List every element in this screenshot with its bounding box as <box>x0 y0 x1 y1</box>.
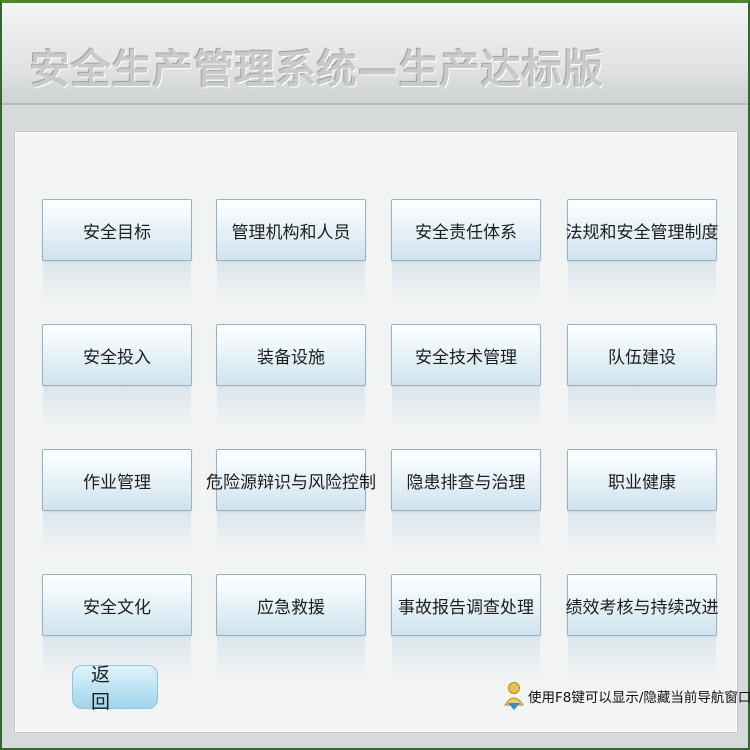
module-button-safety-investment[interactable]: 安全投入 <box>42 324 192 427</box>
back-button[interactable]: 返回 <box>72 664 158 713</box>
f8-hint: 使用F8键可以显示/隐藏当前导航窗口 <box>502 679 750 713</box>
module-button-performance[interactable]: 绩效考核与持续改进 <box>566 574 719 677</box>
title-banner: 安全生产管理系统—生产达标版 <box>2 3 748 105</box>
module-button-safety-tech[interactable]: 安全技术管理 <box>391 324 541 427</box>
module-button-occupational-health[interactable]: 职业健康 <box>567 449 717 552</box>
module-button-safety-goals[interactable]: 安全目标 <box>42 199 192 302</box>
main-window: 安全生产管理系统—生产达标版 安全目标 管理机构和人员 安全责任体系 法规和安全… <box>0 0 750 750</box>
module-button-hidden-danger[interactable]: 隐患排查与治理 <box>391 449 541 552</box>
module-button-responsibility-system[interactable]: 安全责任体系 <box>391 199 541 302</box>
module-button-hazard-risk[interactable]: 危险源辩识与风险控制 <box>206 449 376 552</box>
f8-hint-text: 使用F8键可以显示/隐藏当前导航窗口 <box>528 690 750 706</box>
module-button-equipment[interactable]: 装备设施 <box>216 324 366 427</box>
module-button-accident-report[interactable]: 事故报告调查处理 <box>391 574 541 677</box>
user-info-icon <box>504 682 524 710</box>
module-button-safety-culture[interactable]: 安全文化 <box>42 574 192 677</box>
app-title: 安全生产管理系统—生产达标版 <box>30 47 604 93</box>
module-button-operations[interactable]: 作业管理 <box>42 449 192 552</box>
module-button-management-org[interactable]: 管理机构和人员 <box>216 199 366 302</box>
module-button-emergency-rescue[interactable]: 应急救援 <box>216 574 366 677</box>
module-button-team-building[interactable]: 队伍建设 <box>567 324 717 427</box>
module-button-regulations[interactable]: 法规和安全管理制度 <box>566 199 719 302</box>
